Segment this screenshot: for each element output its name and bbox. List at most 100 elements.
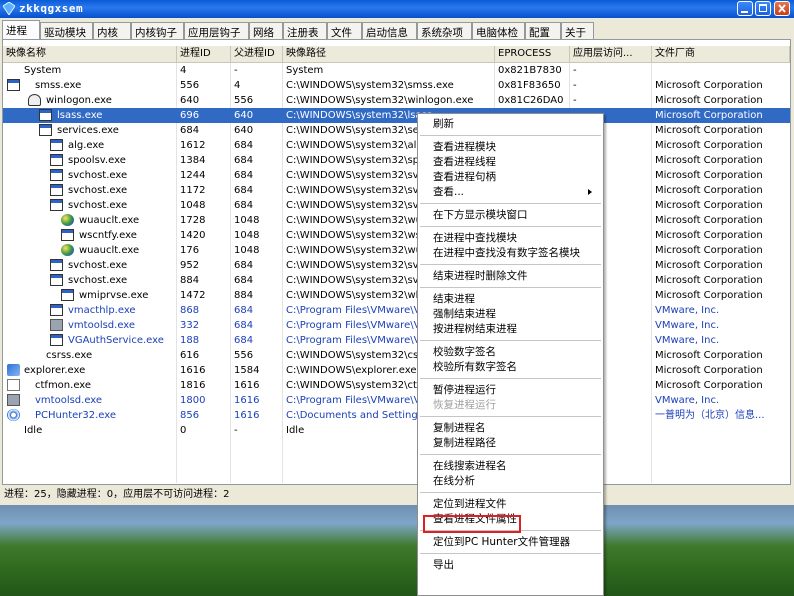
close-button[interactable]: [774, 1, 790, 16]
menu-item-9[interactable]: 在进程中查找模块: [433, 231, 598, 246]
cell-vendor: [652, 63, 790, 78]
menu-item-24[interactable]: 复制进程名: [433, 421, 598, 436]
cell-vendor: VMware, Inc.: [655, 305, 720, 316]
table-row[interactable]: lsass.exe 696 640 C:\WINDOWS\system32\lsass…: [3, 108, 790, 123]
tab-2[interactable]: 内核: [93, 22, 131, 39]
cell-path: System: [286, 65, 324, 76]
tab-7[interactable]: 文件: [327, 22, 362, 39]
cell-ppid: 684: [234, 170, 254, 181]
menu-item-30[interactable]: 定位到进程文件: [433, 497, 598, 512]
table-row[interactable]: wmiprvse.exe 1472 884 C:\WINDOWS\system32\w…: [3, 288, 790, 303]
tab-10[interactable]: 电脑体检: [472, 22, 525, 39]
table-row[interactable]: alg.exe 1612 684 C:\WINDOWS\system32\alg.ex…: [3, 138, 790, 153]
tab-1[interactable]: 驱动模块: [40, 22, 93, 39]
col-image-name-header[interactable]: 映像名称: [3, 46, 177, 62]
col-vendor-header[interactable]: 文件厂商: [652, 46, 790, 62]
winlogon-icon: [28, 94, 41, 106]
maximize-button[interactable]: [755, 1, 771, 16]
menu-item-4[interactable]: 查看进程句柄: [433, 170, 598, 185]
process-name: wmiprvse.exe: [79, 290, 149, 301]
menu-item-27[interactable]: 在线搜索进程名: [433, 459, 598, 474]
col-path-header[interactable]: 映像路径: [283, 46, 495, 62]
menu-item-35[interactable]: 导出: [433, 558, 598, 573]
tab-6[interactable]: 注册表: [283, 22, 327, 39]
menu-item-5[interactable]: 查看...: [433, 185, 598, 200]
menu-item-3[interactable]: 查看进程线程: [433, 155, 598, 170]
tab-8[interactable]: 启动信息: [362, 22, 417, 39]
table-row[interactable]: vmacthlp.exe 868 684 C:\Program Files\VMwar…: [3, 303, 790, 318]
menu-item-label: 结束进程时删除文件: [433, 270, 528, 282]
tab-0[interactable]: 进程: [2, 20, 40, 40]
cell-pid: 4: [180, 65, 187, 76]
cell-vendor: Microsoft Corporation: [655, 215, 763, 226]
table-row[interactable]: svchost.exe 1048 684 C:\WINDOWS\system32\sv…: [3, 198, 790, 213]
cell-pid: 640: [180, 95, 200, 106]
menu-item-16[interactable]: 按进程树结束进程: [433, 322, 598, 337]
table-row[interactable]: csrss.exe 616 556 C:\WINDOWS\system32\csrss…: [3, 348, 790, 363]
cell-vendor: Microsoft Corporation: [655, 275, 763, 286]
menu-item-21[interactable]: 暂停进程运行: [433, 383, 598, 398]
table-row[interactable]: explorer.exe 1616 1584 C:\WINDOWS\explorer.…: [3, 363, 790, 378]
menu-item-22[interactable]: 恢复进程运行: [433, 398, 598, 413]
cell-ppid: 684: [234, 140, 254, 151]
menu-item-19[interactable]: 校验所有数字签名: [433, 360, 598, 375]
table-row[interactable]: spoolsv.exe 1384 684 C:\WINDOWS\system32\sp…: [3, 153, 790, 168]
cell-vendor: Microsoft Corporation: [655, 350, 763, 361]
table-row[interactable]: vmtoolsd.exe 332 684 C:\Program Files\VMwar…: [3, 318, 790, 333]
vmware-icon: [50, 319, 63, 331]
table-row[interactable]: System 4- System 0x821B7830-: [3, 63, 790, 78]
explorer-icon: [7, 364, 20, 376]
tab-3[interactable]: 内核钩子: [131, 22, 184, 39]
menu-item-label: 在线分析: [433, 475, 475, 487]
title-bar[interactable]: zkkqgxsem: [0, 0, 794, 18]
menu-item-10[interactable]: 在进程中查找没有数字签名模块: [433, 246, 598, 261]
menu-item-label: 强制结束进程: [433, 308, 496, 320]
tab-12[interactable]: 关于: [561, 22, 594, 39]
menu-item-7[interactable]: 在下方显示模块窗口: [433, 208, 598, 223]
cell-vendor: Microsoft Corporation: [655, 110, 763, 121]
window-app-icon: [50, 274, 63, 286]
table-row[interactable]: wscntfy.exe 1420 1048 C:\WINDOWS\system32\w…: [3, 228, 790, 243]
menu-item-25[interactable]: 复制进程路径: [433, 436, 598, 451]
table-row[interactable]: wuauclt.exe 176 1048 C:\WINDOWS\system32\wu…: [3, 243, 790, 258]
cell-ppid: 640: [234, 110, 254, 121]
menu-item-12[interactable]: 结束进程时删除文件: [433, 269, 598, 284]
menu-item-label: 查看进程模块: [433, 141, 496, 153]
menu-item-0[interactable]: 刷新: [433, 117, 598, 132]
cell-access: -: [573, 65, 577, 76]
menu-separator: [420, 203, 601, 204]
table-row[interactable]: svchost.exe 1244 684 C:\WINDOWS\system32\sv…: [3, 168, 790, 183]
table-row[interactable]: vmtoolsd.exe 1800 1616 C:\Program Files\VMw…: [3, 393, 790, 408]
col-ppid-header[interactable]: 父进程ID: [231, 46, 283, 62]
table-row[interactable]: winlogon.exe 640 556 C:\WINDOWS\system32\wi…: [3, 93, 790, 108]
window-app-icon: [50, 259, 63, 271]
menu-item-28[interactable]: 在线分析: [433, 474, 598, 489]
menu-item-2[interactable]: 查看进程模块: [433, 140, 598, 155]
menu-item-33[interactable]: 定位到PC Hunter文件管理器: [433, 535, 598, 550]
menu-item-15[interactable]: 强制结束进程: [433, 307, 598, 322]
process-name: VGAuthService.exe: [68, 335, 164, 346]
cell-path: C:\WINDOWS\system32\smss.exe: [286, 80, 454, 91]
table-row[interactable]: svchost.exe 884 684 C:\WINDOWS\system32\svc…: [3, 273, 790, 288]
cell-pid: 1612: [180, 140, 206, 151]
tab-11[interactable]: 配置: [525, 22, 561, 39]
col-access-header[interactable]: 应用层访问...: [570, 46, 652, 62]
minimize-button[interactable]: [737, 1, 753, 16]
table-row[interactable]: VGAuthService.exe 188 684 C:\Program Files\…: [3, 333, 790, 348]
table-row[interactable]: PCHunter32.exe 856 1616 C:\Documents and Se…: [3, 408, 790, 423]
table-row[interactable]: smss.exe 556 4 C:\WINDOWS\system32\smss.exe…: [3, 78, 790, 93]
menu-item-18[interactable]: 校验数字签名: [433, 345, 598, 360]
table-row[interactable]: ctfmon.exe 1816 1616 C:\WINDOWS\system32\ct…: [3, 378, 790, 393]
table-row[interactable]: svchost.exe 952 684 C:\WINDOWS\system32\svc…: [3, 258, 790, 273]
table-row[interactable]: services.exe 684 640 C:\WINDOWS\system32\se…: [3, 123, 790, 138]
tab-9[interactable]: 系统杂项: [417, 22, 472, 39]
table-row[interactable]: wuauclt.exe 1728 1048 C:\WINDOWS\system32\w…: [3, 213, 790, 228]
tab-5[interactable]: 网络: [249, 22, 283, 39]
col-eprocess-header[interactable]: EPROCESS: [495, 46, 570, 62]
col-pid-header[interactable]: 进程ID: [177, 46, 231, 62]
tab-4[interactable]: 应用层钩子: [184, 22, 249, 39]
menu-item-label: 在进程中查找没有数字签名模块: [433, 247, 580, 259]
table-row[interactable]: svchost.exe 1172 684 C:\WINDOWS\system32\sv…: [3, 183, 790, 198]
table-row[interactable]: Idle0-Idle绝: [3, 423, 790, 438]
menu-item-14[interactable]: 结束进程: [433, 292, 598, 307]
